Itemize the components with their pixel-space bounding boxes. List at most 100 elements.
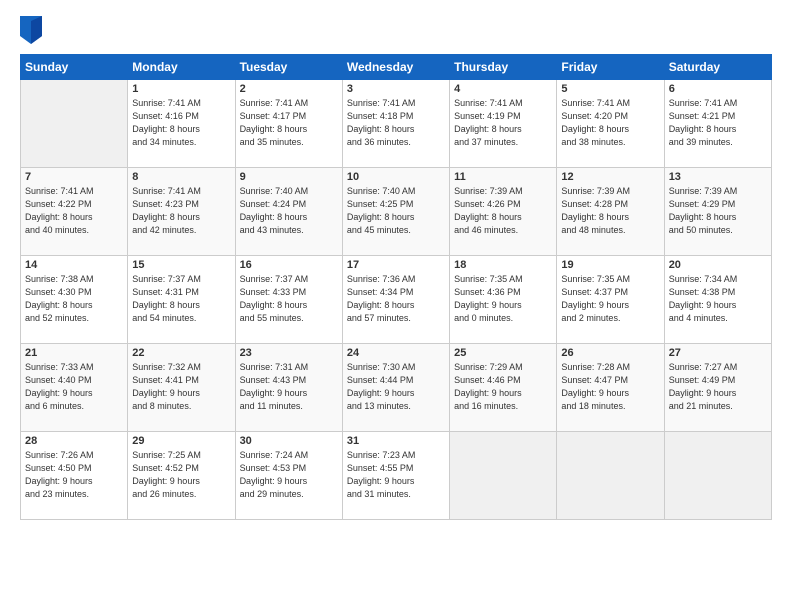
- day-number: 24: [347, 347, 445, 359]
- day-content: Sunrise: 7:36 AM Sunset: 4:34 PM Dayligh…: [347, 273, 445, 325]
- header-cell-tuesday: Tuesday: [235, 55, 342, 80]
- day-number: 22: [132, 347, 230, 359]
- day-content: Sunrise: 7:39 AM Sunset: 4:26 PM Dayligh…: [454, 185, 552, 237]
- day-number: 5: [561, 83, 659, 95]
- day-number: 25: [454, 347, 552, 359]
- day-cell: [557, 432, 664, 520]
- day-content: Sunrise: 7:24 AM Sunset: 4:53 PM Dayligh…: [240, 449, 338, 501]
- day-cell: 18Sunrise: 7:35 AM Sunset: 4:36 PM Dayli…: [450, 256, 557, 344]
- day-cell: 2 Sunrise: 7:41 AM Sunset: 4:17 PM Daylig…: [235, 80, 342, 168]
- week-row-4: 21 Sunrise: 7:33 AM Sunset: 4:40 PM Dayli…: [21, 344, 772, 432]
- day-number: 16: [240, 259, 338, 271]
- day-content: Sunrise: 7:29 AM Sunset: 4:46 PM Dayligh…: [454, 361, 552, 413]
- day-cell: 9Sunrise: 7:40 AM Sunset: 4:24 PM Daylig…: [235, 168, 342, 256]
- day-cell: 28Sunrise: 7:26 AM Sunset: 4:50 PM Dayli…: [21, 432, 128, 520]
- day-cell: 11 Sunrise: 7:39 AM Sunset: 4:26 PM Dayli…: [450, 168, 557, 256]
- day-number: 11: [454, 171, 552, 183]
- day-number: 2: [240, 83, 338, 95]
- day-cell: 16 Sunrise: 7:37 AM Sunset: 4:33 PM Dayli…: [235, 256, 342, 344]
- day-cell: 14 Sunrise: 7:38 AM Sunset: 4:30 PM Dayli…: [21, 256, 128, 344]
- day-content: Sunrise: 7:38 AM Sunset: 4:30 PM Dayligh…: [25, 273, 123, 325]
- day-content: Sunrise: 7:37 AM Sunset: 4:33 PM Dayligh…: [240, 273, 338, 325]
- day-number: 10: [347, 171, 445, 183]
- day-cell: 24Sunrise: 7:30 AM Sunset: 4:44 PM Dayli…: [342, 344, 449, 432]
- day-cell: 27 Sunrise: 7:27 AM Sunset: 4:49 PM Dayli…: [664, 344, 771, 432]
- day-content: Sunrise: 7:41 AM Sunset: 4:17 PM Dayligh…: [240, 97, 338, 149]
- day-number: 28: [25, 435, 123, 447]
- day-cell: [450, 432, 557, 520]
- day-content: Sunrise: 7:41 AM Sunset: 4:19 PM Dayligh…: [454, 97, 552, 149]
- day-number: 27: [669, 347, 767, 359]
- day-cell: 26 Sunrise: 7:28 AM Sunset: 4:47 PM Dayli…: [557, 344, 664, 432]
- day-number: 3: [347, 83, 445, 95]
- day-number: 4: [454, 83, 552, 95]
- day-number: 12: [561, 171, 659, 183]
- logo: [20, 16, 46, 44]
- day-content: Sunrise: 7:41 AM Sunset: 4:22 PM Dayligh…: [25, 185, 123, 237]
- day-cell: 6 Sunrise: 7:41 AM Sunset: 4:21 PM Daylig…: [664, 80, 771, 168]
- day-content: Sunrise: 7:40 AM Sunset: 4:25 PM Dayligh…: [347, 185, 445, 237]
- day-cell: 4 Sunrise: 7:41 AM Sunset: 4:19 PM Daylig…: [450, 80, 557, 168]
- day-number: 29: [132, 435, 230, 447]
- day-cell: 3Sunrise: 7:41 AM Sunset: 4:18 PM Daylig…: [342, 80, 449, 168]
- day-number: 17: [347, 259, 445, 271]
- day-number: 6: [669, 83, 767, 95]
- day-cell: 7 Sunrise: 7:41 AM Sunset: 4:22 PM Daylig…: [21, 168, 128, 256]
- day-number: 9: [240, 171, 338, 183]
- day-content: Sunrise: 7:35 AM Sunset: 4:37 PM Dayligh…: [561, 273, 659, 325]
- header-row: SundayMondayTuesdayWednesdayThursdayFrid…: [21, 55, 772, 80]
- day-cell: 25 Sunrise: 7:29 AM Sunset: 4:46 PM Dayli…: [450, 344, 557, 432]
- day-cell: 19 Sunrise: 7:35 AM Sunset: 4:37 PM Dayli…: [557, 256, 664, 344]
- day-cell: [21, 80, 128, 168]
- day-content: Sunrise: 7:41 AM Sunset: 4:23 PM Dayligh…: [132, 185, 230, 237]
- day-number: 8: [132, 171, 230, 183]
- day-number: 1: [132, 83, 230, 95]
- day-content: Sunrise: 7:39 AM Sunset: 4:28 PM Dayligh…: [561, 185, 659, 237]
- day-content: Sunrise: 7:23 AM Sunset: 4:55 PM Dayligh…: [347, 449, 445, 501]
- calendar-header: SundayMondayTuesdayWednesdayThursdayFrid…: [21, 55, 772, 80]
- day-number: 14: [25, 259, 123, 271]
- day-content: Sunrise: 7:27 AM Sunset: 4:49 PM Dayligh…: [669, 361, 767, 413]
- week-row-2: 7 Sunrise: 7:41 AM Sunset: 4:22 PM Daylig…: [21, 168, 772, 256]
- day-cell: 17 Sunrise: 7:36 AM Sunset: 4:34 PM Dayli…: [342, 256, 449, 344]
- day-content: Sunrise: 7:41 AM Sunset: 4:16 PM Dayligh…: [132, 97, 230, 149]
- day-content: Sunrise: 7:33 AM Sunset: 4:40 PM Dayligh…: [25, 361, 123, 413]
- day-number: 19: [561, 259, 659, 271]
- day-cell: 31Sunrise: 7:23 AM Sunset: 4:55 PM Dayli…: [342, 432, 449, 520]
- header-cell-monday: Monday: [128, 55, 235, 80]
- day-number: 26: [561, 347, 659, 359]
- day-cell: 8 Sunrise: 7:41 AM Sunset: 4:23 PM Daylig…: [128, 168, 235, 256]
- day-content: Sunrise: 7:41 AM Sunset: 4:20 PM Dayligh…: [561, 97, 659, 149]
- day-content: Sunrise: 7:32 AM Sunset: 4:41 PM Dayligh…: [132, 361, 230, 413]
- day-number: 15: [132, 259, 230, 271]
- day-content: Sunrise: 7:28 AM Sunset: 4:47 PM Dayligh…: [561, 361, 659, 413]
- day-content: Sunrise: 7:25 AM Sunset: 4:52 PM Dayligh…: [132, 449, 230, 501]
- day-number: 18: [454, 259, 552, 271]
- day-number: 20: [669, 259, 767, 271]
- day-content: Sunrise: 7:34 AM Sunset: 4:38 PM Dayligh…: [669, 273, 767, 325]
- header-cell-friday: Friday: [557, 55, 664, 80]
- day-cell: 21 Sunrise: 7:33 AM Sunset: 4:40 PM Dayli…: [21, 344, 128, 432]
- day-content: Sunrise: 7:39 AM Sunset: 4:29 PM Dayligh…: [669, 185, 767, 237]
- week-row-5: 28Sunrise: 7:26 AM Sunset: 4:50 PM Dayli…: [21, 432, 772, 520]
- day-cell: 29 Sunrise: 7:25 AM Sunset: 4:52 PM Dayli…: [128, 432, 235, 520]
- day-cell: 10 Sunrise: 7:40 AM Sunset: 4:25 PM Dayli…: [342, 168, 449, 256]
- day-number: 7: [25, 171, 123, 183]
- day-content: Sunrise: 7:31 AM Sunset: 4:43 PM Dayligh…: [240, 361, 338, 413]
- day-number: 21: [25, 347, 123, 359]
- header-cell-wednesday: Wednesday: [342, 55, 449, 80]
- day-cell: 30Sunrise: 7:24 AM Sunset: 4:53 PM Dayli…: [235, 432, 342, 520]
- day-content: Sunrise: 7:37 AM Sunset: 4:31 PM Dayligh…: [132, 273, 230, 325]
- day-number: 13: [669, 171, 767, 183]
- day-cell: 1 Sunrise: 7:41 AM Sunset: 4:16 PM Daylig…: [128, 80, 235, 168]
- header-cell-sunday: Sunday: [21, 55, 128, 80]
- day-content: Sunrise: 7:41 AM Sunset: 4:21 PM Dayligh…: [669, 97, 767, 149]
- calendar-table: SundayMondayTuesdayWednesdayThursdayFrid…: [20, 54, 772, 520]
- logo-icon: [20, 16, 42, 44]
- day-cell: [664, 432, 771, 520]
- day-cell: 5 Sunrise: 7:41 AM Sunset: 4:20 PM Daylig…: [557, 80, 664, 168]
- header-cell-saturday: Saturday: [664, 55, 771, 80]
- day-cell: 13 Sunrise: 7:39 AM Sunset: 4:29 PM Dayli…: [664, 168, 771, 256]
- day-cell: 23Sunrise: 7:31 AM Sunset: 4:43 PM Dayli…: [235, 344, 342, 432]
- week-row-1: 1 Sunrise: 7:41 AM Sunset: 4:16 PM Daylig…: [21, 80, 772, 168]
